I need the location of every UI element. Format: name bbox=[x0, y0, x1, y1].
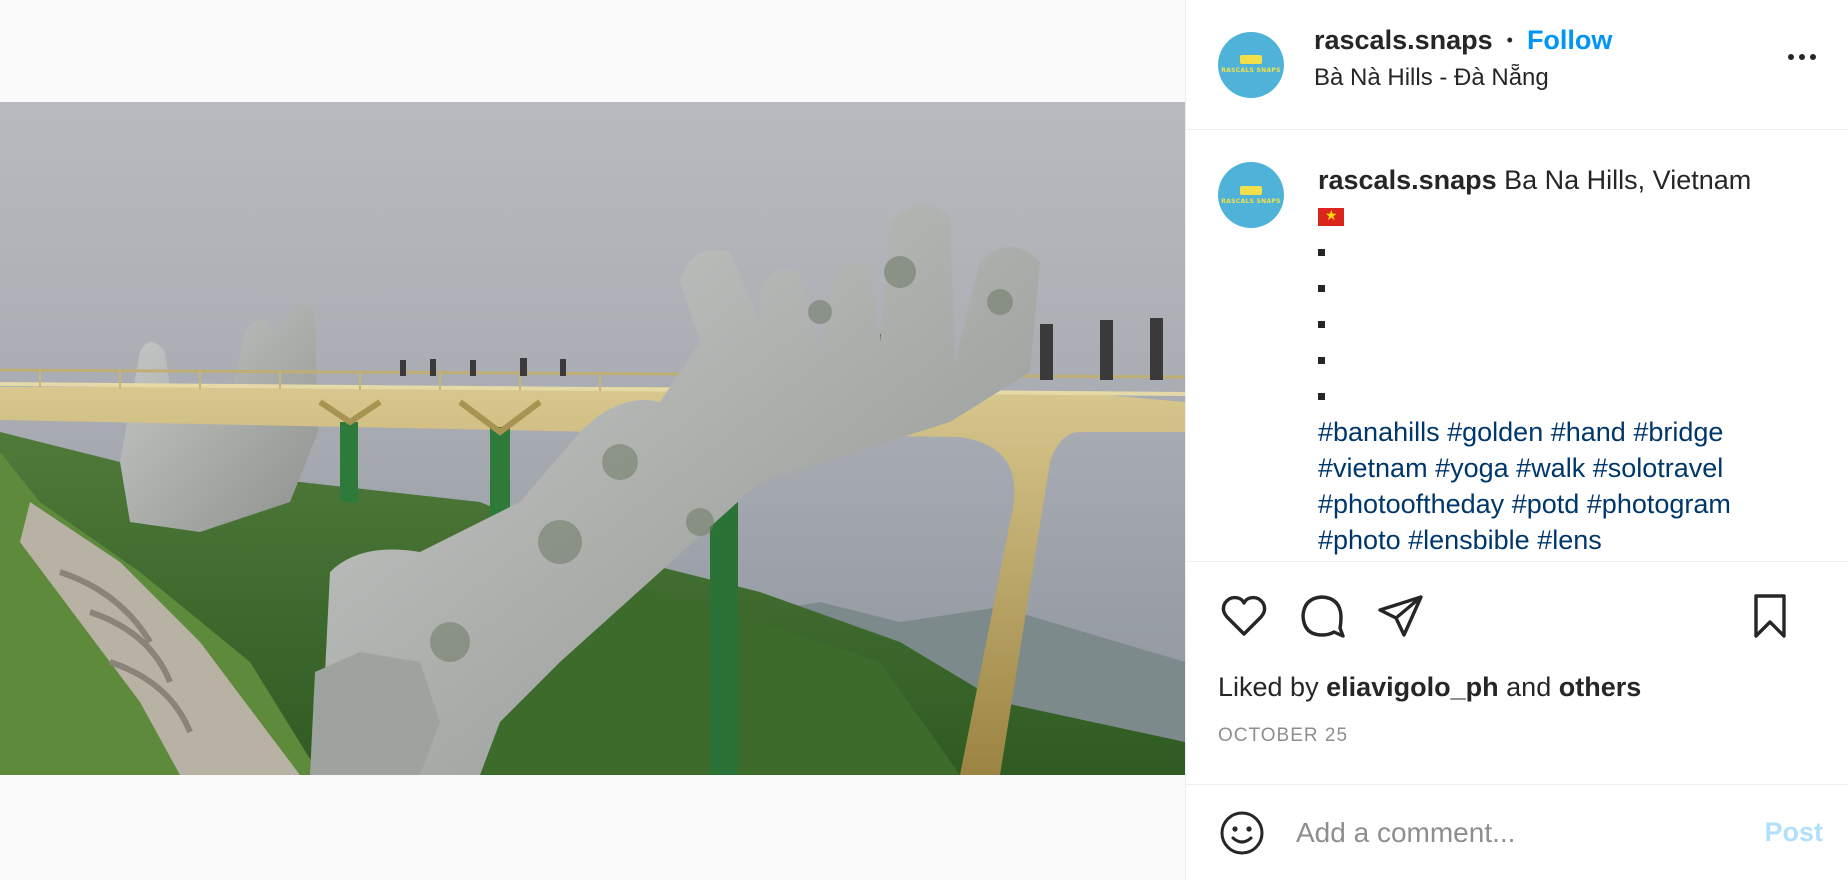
follow-button[interactable]: Follow bbox=[1527, 25, 1612, 56]
bullet-icon bbox=[1318, 284, 1325, 292]
hashtag[interactable]: #solotravel bbox=[1593, 453, 1724, 483]
post-location[interactable]: Bà Nà Hills - Đà Nẵng bbox=[1314, 64, 1612, 92]
golden-bridge-photo bbox=[0, 102, 1185, 775]
caption-bullet bbox=[1318, 270, 1778, 306]
caption-bullet bbox=[1318, 342, 1778, 378]
post-side-panel: RASCALS SNAPS rascals.snaps • Follow Bà … bbox=[1185, 0, 1848, 880]
hashtag-list: #banahills #golden #hand #bridge #vietna… bbox=[1318, 414, 1778, 558]
caption-bullet bbox=[1318, 378, 1778, 414]
bookmark-icon[interactable] bbox=[1744, 590, 1796, 642]
author-username[interactable]: rascals.snaps bbox=[1314, 25, 1493, 56]
likes-prefix: Liked by bbox=[1218, 672, 1319, 702]
post-comment-button[interactable]: Post bbox=[1764, 817, 1823, 848]
hashtag[interactable]: #walk bbox=[1516, 453, 1585, 483]
heart-icon[interactable] bbox=[1218, 590, 1270, 642]
avatar-brand-text: RASCALS SNAPS bbox=[1221, 67, 1281, 74]
likes-others-link[interactable]: others bbox=[1559, 672, 1642, 702]
hashtag[interactable]: #hand bbox=[1551, 417, 1626, 447]
bullet-icon bbox=[1318, 248, 1325, 256]
hashtag[interactable]: #photo bbox=[1318, 525, 1401, 555]
hashtag[interactable]: #golden bbox=[1447, 417, 1543, 447]
bullet-icon bbox=[1318, 320, 1325, 328]
post-date[interactable]: OCTOBER 25 bbox=[1186, 725, 1848, 747]
camera-icon bbox=[1240, 55, 1262, 64]
bullet-icon bbox=[1318, 356, 1325, 364]
post-header: RASCALS SNAPS rascals.snaps • Follow Bà … bbox=[1186, 0, 1848, 130]
author-avatar[interactable]: RASCALS SNAPS bbox=[1218, 31, 1284, 98]
hashtag[interactable]: #potd bbox=[1512, 489, 1580, 519]
camera-icon bbox=[1240, 185, 1262, 195]
action-bar bbox=[1186, 562, 1848, 670]
comment-bar: Post bbox=[1186, 784, 1848, 880]
caption-username[interactable]: rascals.snaps bbox=[1318, 165, 1497, 195]
caption-bullet bbox=[1318, 234, 1778, 270]
caption-text: rascals.snaps Ba Na Hills, Vietnam #bana… bbox=[1318, 162, 1778, 561]
caption-author-avatar[interactable]: RASCALS SNAPS bbox=[1218, 162, 1284, 228]
hashtag[interactable]: #photooftheday bbox=[1318, 489, 1504, 519]
caption-body: Ba Na Hills, Vietnam bbox=[1504, 165, 1752, 195]
hashtag[interactable]: #lens bbox=[1537, 525, 1602, 555]
header-text: rascals.snaps • Follow Bà Nà Hills - Đà … bbox=[1314, 25, 1612, 92]
comment-input[interactable] bbox=[1296, 816, 1765, 849]
likes-connector: and bbox=[1506, 672, 1552, 702]
hashtag[interactable]: #lensbible bbox=[1408, 525, 1530, 555]
likes-line: Liked by eliavigolo_ph and others bbox=[1186, 672, 1848, 703]
separator-dot: • bbox=[1506, 30, 1513, 50]
hashtag[interactable]: #yoga bbox=[1435, 453, 1509, 483]
emoji-icon[interactable] bbox=[1218, 809, 1266, 857]
comment-icon[interactable] bbox=[1296, 590, 1348, 642]
caption-bullet bbox=[1318, 306, 1778, 342]
hashtag[interactable]: #bridge bbox=[1633, 417, 1723, 447]
more-options-icon[interactable] bbox=[1786, 48, 1818, 66]
liker-username[interactable]: eliavigolo_ph bbox=[1326, 672, 1499, 702]
bullet-icon bbox=[1318, 392, 1325, 400]
hashtag[interactable]: #banahills bbox=[1318, 417, 1440, 447]
share-icon[interactable] bbox=[1374, 590, 1426, 642]
avatar-brand-text: RASCALS SNAPS bbox=[1221, 197, 1281, 205]
vietnam-flag-icon bbox=[1318, 207, 1344, 226]
post-photo[interactable] bbox=[0, 102, 1185, 775]
instagram-post-modal: RASCALS SNAPS rascals.snaps • Follow Bà … bbox=[0, 0, 1848, 880]
media-pane bbox=[0, 0, 1185, 880]
hashtag[interactable]: #vietnam bbox=[1318, 453, 1428, 483]
hashtag[interactable]: #photogram bbox=[1587, 489, 1731, 519]
caption-section: RASCALS SNAPS rascals.snaps Ba Na Hills,… bbox=[1186, 130, 1848, 562]
